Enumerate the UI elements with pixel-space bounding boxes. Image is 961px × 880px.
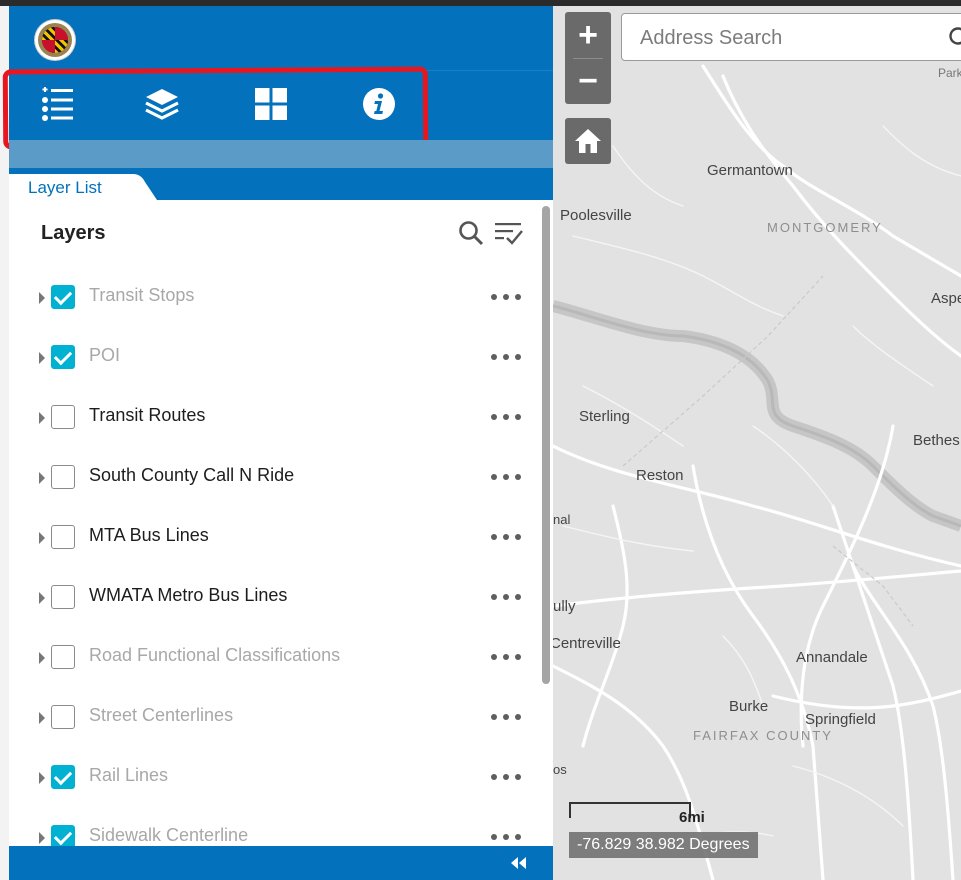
home-icon bbox=[575, 129, 601, 153]
layers-heading: Layers bbox=[41, 222, 106, 244]
layer-visibility-checkbox[interactable] bbox=[51, 705, 75, 729]
map-label-os: os bbox=[553, 762, 567, 777]
layer-row[interactable]: Road Functional Classifications bbox=[9, 630, 539, 690]
map-view[interactable]: Germantown Poolesville MONTGOMERY Aspe P… bbox=[553, 6, 961, 880]
zoom-out-button[interactable]: − bbox=[565, 59, 611, 104]
layer-label: Sidewalk Centerline bbox=[89, 825, 249, 845]
map-label-springfield: Springfield bbox=[805, 711, 876, 728]
address-search bbox=[621, 13, 961, 61]
layer-label: MTA Bus Lines bbox=[89, 525, 209, 545]
map-label-aspen: Aspe bbox=[931, 290, 961, 307]
coordinate-readout: -76.829 38.982 Degrees bbox=[569, 832, 758, 858]
address-search-input[interactable] bbox=[638, 24, 922, 52]
layer-label: Rail Lines bbox=[89, 765, 169, 785]
scale-label: 6mi bbox=[679, 809, 705, 826]
layer-visibility-checkbox[interactable] bbox=[51, 405, 75, 429]
layer-options-menu-icon[interactable] bbox=[491, 526, 521, 548]
layer-visibility-checkbox[interactable] bbox=[51, 525, 75, 549]
layer-visibility-checkbox[interactable] bbox=[51, 645, 75, 669]
layer-options-menu-icon[interactable] bbox=[491, 466, 521, 488]
layer-options-menu-icon[interactable] bbox=[491, 826, 521, 848]
layer-options-menu-icon[interactable] bbox=[491, 346, 521, 368]
search-submit-icon[interactable] bbox=[948, 26, 961, 50]
layer-label: Road Functional Classifications bbox=[89, 645, 341, 665]
layer-row[interactable]: POI bbox=[9, 330, 539, 390]
panel-header bbox=[2, 6, 553, 150]
layer-visibility-checkbox[interactable] bbox=[51, 765, 75, 789]
layer-visibility-checkbox[interactable] bbox=[51, 345, 75, 369]
basemap-roads bbox=[553, 6, 961, 880]
expand-caret-icon[interactable] bbox=[39, 652, 45, 664]
layer-visibility-checkbox[interactable] bbox=[51, 285, 75, 309]
layer-options-menu-icon[interactable] bbox=[491, 646, 521, 668]
layer-row[interactable]: Street Centerlines bbox=[9, 690, 539, 750]
side-panel: Layer List Layers Transit Stops POI Transi… bbox=[0, 6, 553, 880]
layer-list-scrollbar[interactable] bbox=[541, 200, 551, 846]
expand-caret-icon[interactable] bbox=[39, 772, 45, 784]
scrollbar-thumb[interactable] bbox=[542, 206, 550, 684]
map-label-nal: nal bbox=[553, 512, 571, 527]
search-icon[interactable] bbox=[458, 220, 484, 246]
layer-label: WMATA Metro Bus Lines bbox=[89, 585, 288, 605]
map-label-annandale: Annandale bbox=[796, 649, 868, 666]
expand-caret-icon[interactable] bbox=[39, 472, 45, 484]
layer-visibility-checkbox[interactable] bbox=[51, 465, 75, 489]
panel-footer bbox=[9, 846, 553, 880]
expand-caret-icon[interactable] bbox=[39, 592, 45, 604]
panel-tab-strip: Layer List bbox=[9, 168, 553, 200]
collapse-panel-icon[interactable] bbox=[509, 854, 529, 872]
home-button[interactable] bbox=[565, 118, 611, 164]
tab-layer-list-label: Layer List bbox=[28, 178, 102, 197]
expand-caret-icon[interactable] bbox=[39, 412, 45, 424]
map-label-sterling: Sterling bbox=[579, 408, 630, 425]
map-label-reston: Reston bbox=[636, 467, 684, 484]
layer-row[interactable]: South County Call N Ride bbox=[9, 450, 539, 510]
filter-list-icon[interactable] bbox=[494, 220, 524, 246]
zoom-in-button[interactable]: + bbox=[565, 12, 611, 58]
expand-caret-icon[interactable] bbox=[39, 292, 45, 304]
layer-list-body: Layers Transit Stops POI Transit Routes Sou… bbox=[9, 200, 553, 849]
layer-label: POI bbox=[89, 345, 121, 365]
map-label-burke: Burke bbox=[729, 698, 769, 715]
zoom-control: + − bbox=[565, 12, 611, 104]
scale-bar bbox=[569, 802, 691, 818]
layer-label: Transit Stops bbox=[89, 285, 195, 305]
expand-caret-icon[interactable] bbox=[39, 712, 45, 724]
layer-row[interactable]: MTA Bus Lines bbox=[9, 510, 539, 570]
expand-caret-icon[interactable] bbox=[39, 832, 45, 844]
tab-layer-list[interactable]: Layer List bbox=[9, 174, 157, 200]
layer-label: Street Centerlines bbox=[89, 705, 234, 725]
layer-label: South County Call N Ride bbox=[89, 465, 295, 485]
map-label-montgomery: MONTGOMERY bbox=[767, 220, 883, 235]
layer-options-menu-icon[interactable] bbox=[491, 766, 521, 788]
layer-options-menu-icon[interactable] bbox=[491, 706, 521, 728]
map-label-bethesda: Bethes bbox=[913, 432, 960, 449]
layer-options-menu-icon[interactable] bbox=[491, 406, 521, 428]
expand-caret-icon[interactable] bbox=[39, 352, 45, 364]
layer-options-menu-icon[interactable] bbox=[491, 286, 521, 308]
layer-row[interactable]: WMATA Metro Bus Lines bbox=[9, 570, 539, 630]
header-light-band bbox=[9, 140, 553, 168]
layer-visibility-checkbox[interactable] bbox=[51, 585, 75, 609]
map-label-germantown: Germantown bbox=[707, 162, 793, 179]
map-label-centreville: Centreville bbox=[553, 635, 621, 652]
layer-row[interactable]: Transit Routes bbox=[9, 390, 539, 450]
expand-caret-icon[interactable] bbox=[39, 532, 45, 544]
layer-options-menu-icon[interactable] bbox=[491, 586, 521, 608]
map-label-ully: ully bbox=[553, 598, 576, 615]
map-label-parks: Park bbox=[938, 66, 961, 80]
toolbar-highlight-annotation bbox=[2, 66, 429, 150]
layer-row[interactable]: Rail Lines bbox=[9, 750, 539, 810]
county-seal-logo bbox=[35, 20, 75, 60]
map-label-poolesville: Poolesville bbox=[560, 207, 632, 224]
layer-row[interactable]: Transit Stops bbox=[9, 270, 539, 330]
layer-label: Transit Routes bbox=[89, 405, 206, 425]
map-label-fairfax-county: FAIRFAX COUNTY bbox=[693, 728, 833, 743]
